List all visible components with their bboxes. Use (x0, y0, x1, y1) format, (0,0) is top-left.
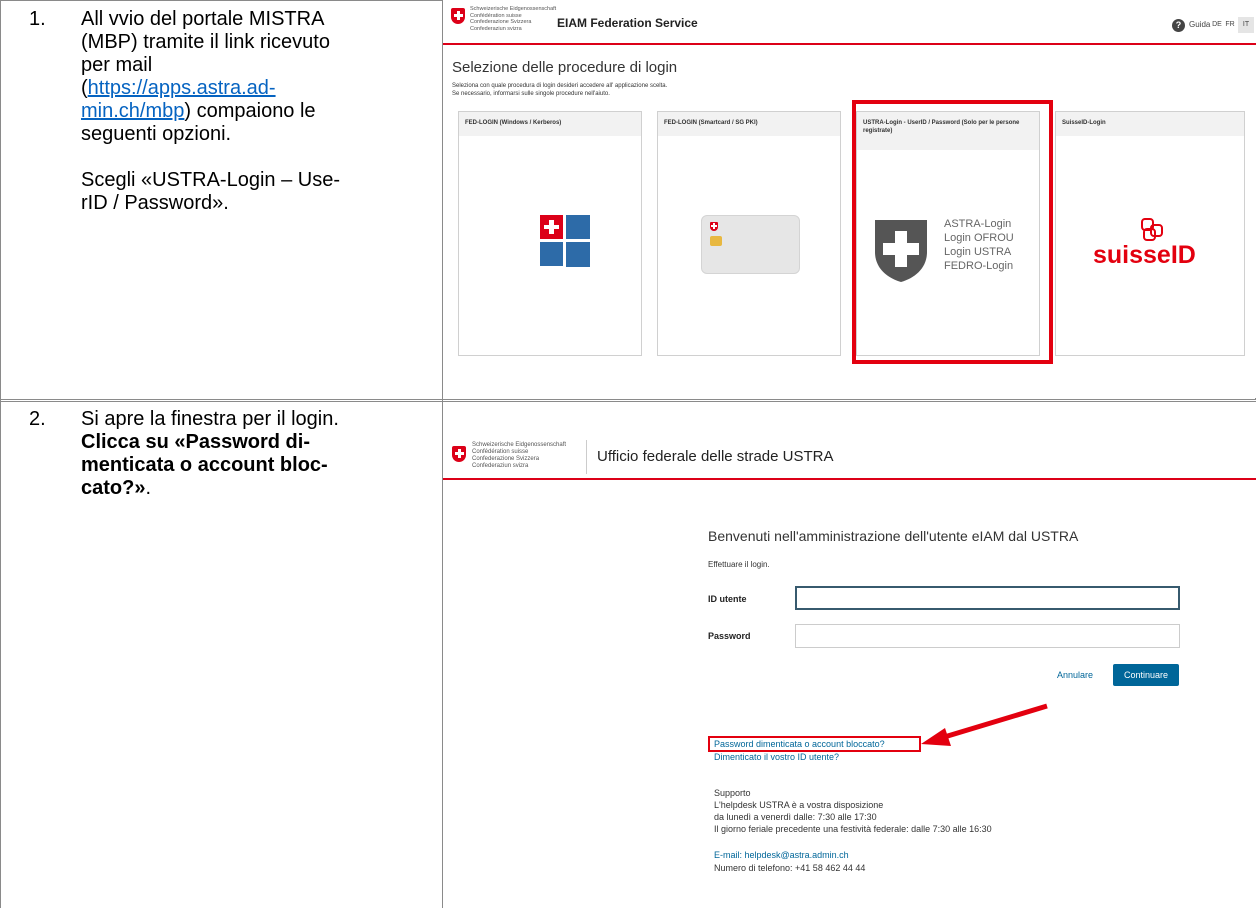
password-input[interactable] (795, 624, 1180, 648)
card-title: SuisseID-Login (1056, 112, 1244, 136)
step-1-instructions: All vvio del portale MISTRA (MBP) tramit… (81, 8, 421, 215)
suisseid-logo: suisseID (1093, 218, 1196, 269)
confederation-names: Schweizerische Eidgenossenschaft Confédé… (470, 6, 556, 32)
help-link[interactable]: Guida (1189, 20, 1210, 29)
header-divider (586, 440, 587, 474)
conf-line: Confederaziun svizra (472, 463, 529, 469)
highlight-box-forgot-password (708, 736, 921, 752)
conf-line: Confederaziun svizra (470, 25, 522, 32)
user-id-label: ID utente (708, 594, 747, 604)
step-1-link-line-2: min.ch/mbp) compaiono le (81, 100, 421, 123)
user-id-input[interactable] (795, 586, 1180, 610)
portal-link[interactable]: https://apps.astra.ad- (88, 77, 276, 99)
page-subtitle: Seleziona con quale procedura di login d… (452, 82, 667, 98)
conf-line: Confédération suisse (472, 449, 529, 455)
conf-line: Confederazione Svizzera (472, 456, 540, 462)
windows-icon (540, 215, 590, 267)
paren-open: ( (81, 77, 88, 99)
step-2-line: Si apre la finestra per il login. (81, 408, 339, 430)
support-line: L'helpdesk USTRA è a vostra disposizione (714, 800, 884, 810)
office-title: Ufficio federale delle strade USTRA (597, 448, 834, 465)
card-title: FED-LOGIN (Smartcard / SG PKI) (658, 112, 840, 136)
login-selection-screenshot: Schweizerische Eidgenossenschaft Confédé… (443, 0, 1256, 398)
support-phone: Numero di telefono: +41 58 462 44 44 (714, 863, 866, 873)
subtitle-line: Seleziona con quale procedura di login d… (452, 83, 668, 89)
app-title: EIAM Federation Service (557, 16, 698, 30)
password-label: Password (708, 631, 751, 641)
chip-icon (710, 236, 722, 246)
ustra-login-screenshot: Schweizerische Eidgenossenschaft Confédé… (443, 404, 1256, 908)
support-email-link[interactable]: E-mail: helpdesk@astra.admin.ch (714, 850, 849, 860)
suisseid-text: suisseID (1093, 241, 1196, 269)
step-1-choice: Scegli «USTRA-Login – Use- (81, 169, 340, 191)
page-heading: Selezione delle procedure di login (452, 59, 678, 76)
step-2-bold-last: cato?». (81, 477, 421, 500)
login-option-suisseid[interactable]: SuisseID-Login suisseID (1055, 111, 1245, 356)
cancel-link[interactable]: Annulare (1057, 670, 1093, 680)
step-2-period: . (145, 477, 152, 499)
header-red-line (443, 478, 1256, 480)
subtitle-line: Se necessario, informarsi sulle singole … (452, 91, 610, 97)
support-line: da lunedì a venerdì dalle: 7:30 alle 17:… (714, 812, 877, 822)
step-1-choice: rID / Password». (81, 192, 229, 214)
portal-link-cont[interactable]: min.ch/mbp (81, 100, 184, 122)
table-row-divider-2 (0, 401, 1256, 402)
swiss-flag-icon (451, 8, 465, 24)
highlight-box-ustra (852, 100, 1053, 364)
table-border-left (0, 0, 1, 908)
step-1-line: seguenti opzioni. (81, 123, 232, 145)
step-2-bold-line: Clicca su «Password di- (81, 431, 310, 453)
confederation-names: Schweizerische Eidgenossenschaft Confédé… (472, 442, 566, 470)
welcome-heading: Benvenuti nell'amministrazione dell'uten… (708, 528, 1079, 544)
swiss-flag-icon (710, 222, 718, 231)
step-2-bold-text: cato?» (81, 477, 146, 499)
login-option-smartcard[interactable]: FED-LOGIN (Smartcard / SG PKI) (657, 111, 841, 356)
step-number-2: 2. (29, 408, 46, 430)
smartcard-icon (701, 215, 800, 274)
lang-it[interactable]: IT (1238, 17, 1254, 33)
help-icon[interactable]: ? (1172, 19, 1185, 32)
step-1-line: (MBP) tramite il link ricevuto (81, 31, 330, 53)
continue-button[interactable]: Continuare (1113, 664, 1179, 686)
step-2-bold-line: menticata o account bloc- (81, 454, 328, 476)
red-arrow-icon (921, 703, 1048, 746)
conf-line: Schweizerische Eidgenossenschaft (470, 6, 557, 12)
conf-line: Schweizerische Eidgenossenschaft (472, 442, 567, 448)
step-1-link-line: (https://apps.astra.ad- (81, 77, 421, 100)
lang-fr[interactable]: FR (1222, 17, 1238, 33)
support-info: Supporto L'helpdesk USTRA è a vostra dis… (714, 787, 992, 835)
support-line: Il giorno feriale precedente una festivi… (714, 824, 992, 834)
swiss-flag-icon (452, 446, 466, 462)
link-after-text: ) compaiono le (184, 100, 316, 122)
step-2-instructions: Si apre la finestra per il login. Clicca… (81, 408, 421, 500)
card-title: FED-LOGIN (Windows / Kerberos) (459, 112, 641, 136)
table-row-divider (0, 399, 1256, 400)
step-1-line: per mail (81, 54, 153, 76)
forgot-user-id-link[interactable]: Dimenticato il vostro ID utente? (714, 752, 839, 762)
login-instruction: Effettuare il login. (708, 560, 770, 569)
support-line: Supporto (714, 788, 751, 798)
step-1-line: All vvio del portale MISTRA (81, 8, 325, 30)
login-option-windows[interactable]: FED-LOGIN (Windows / Kerberos) (458, 111, 642, 356)
step-number-1: 1. (29, 8, 46, 30)
